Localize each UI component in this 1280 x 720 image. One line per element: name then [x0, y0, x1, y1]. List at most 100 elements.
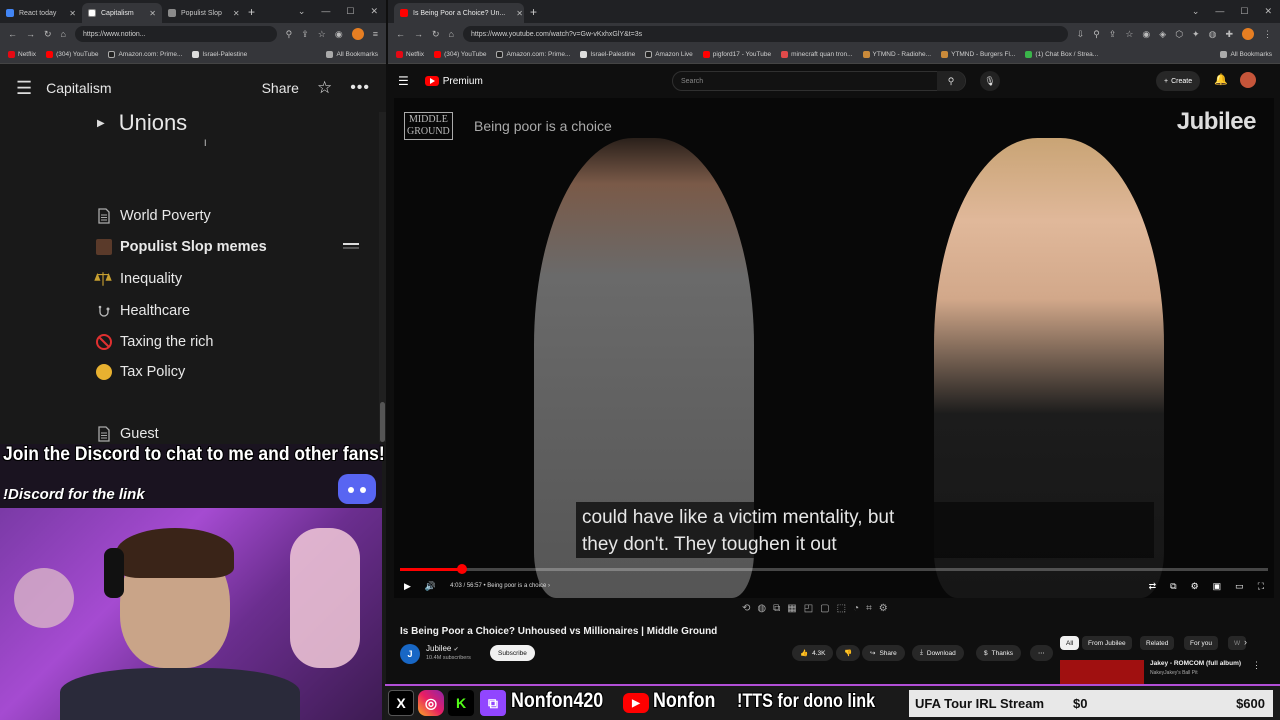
share-icon[interactable]: ⇪	[1109, 29, 1117, 40]
thanks-button[interactable]: $ Thanks	[976, 645, 1021, 661]
browser-menu-icon[interactable]: ≡	[373, 29, 378, 39]
bookmark-ytmnd-radiohead[interactable]: YTMND - Radiohe...	[862, 50, 931, 58]
hamburger-menu-icon[interactable]: ☰	[16, 78, 32, 99]
more-options-icon[interactable]: •••	[350, 79, 370, 97]
close-tab-icon[interactable]: ✕	[63, 9, 76, 18]
new-tab-icon[interactable]: +	[248, 5, 255, 19]
url-field[interactable]: https://www.notion...	[74, 26, 277, 42]
more-actions-button[interactable]: ⋯	[1030, 645, 1053, 661]
channel-avatar[interactable]: J	[400, 644, 420, 664]
page-title[interactable]: Capitalism	[46, 80, 111, 96]
bookmark-amazon[interactable]: Amazon.com: Prime...	[496, 50, 570, 58]
list-item[interactable]: Tax Policy	[96, 364, 185, 380]
extension-icon[interactable]: ◉	[335, 29, 343, 40]
share-button[interactable]: ↪ Share	[862, 645, 905, 661]
autoplay-toggle-icon[interactable]: ⇄	[1149, 581, 1157, 592]
close-tab-icon[interactable]: ✕	[143, 9, 156, 18]
home-icon[interactable]: ⌂	[61, 29, 66, 39]
tab-search-icon[interactable]: ⌄	[1192, 6, 1200, 17]
side-video-title[interactable]: Jakey - ROMCOM (full album)	[1150, 660, 1241, 667]
bookmark-ytmnd-burgers[interactable]: YTMND - Burgers Fl...	[941, 50, 1015, 58]
bookmark-netflix[interactable]: Netflix	[8, 50, 36, 58]
forward-icon[interactable]: →	[414, 29, 423, 39]
minimize-icon[interactable]: —	[1215, 6, 1224, 17]
expand-icon[interactable]: ⬚	[837, 603, 846, 614]
create-button[interactable]: + Create	[1156, 71, 1201, 91]
notion-scrollbar[interactable]	[379, 112, 386, 442]
settings-gear-icon[interactable]: ⚙	[1191, 581, 1199, 592]
bookmark-minecraft[interactable]: minecraft quan tron...	[781, 50, 853, 58]
toggle-triangle-icon[interactable]: ▶	[97, 118, 105, 129]
bookmark-amazon[interactable]: Amazon.com: Prime...	[108, 50, 182, 58]
download-button[interactable]: ⤓ Download	[912, 645, 964, 661]
bookmark-israel-palestine[interactable]: Israel-Palestine	[192, 50, 247, 58]
pip-icon[interactable]: ⧉	[773, 603, 780, 614]
zoom-icon[interactable]: ⚲	[1093, 29, 1100, 40]
extension-icon[interactable]: ◈	[1159, 29, 1166, 40]
extension-icon[interactable]: ◍	[1209, 29, 1217, 40]
tab-search-icon[interactable]: ⌄	[298, 6, 306, 17]
all-bookmarks[interactable]: All Bookmarks	[1220, 50, 1272, 58]
list-item[interactable]: Inequality	[94, 270, 182, 288]
reload-icon[interactable]: ↻	[44, 29, 52, 40]
maximize-icon[interactable]: ☐	[1240, 6, 1248, 17]
resize-icon[interactable]: ◰	[804, 603, 813, 614]
subtitles-icon[interactable]: ⧉	[1170, 581, 1176, 592]
chip-all[interactable]: All	[1060, 636, 1080, 650]
search-input[interactable]: Search ⚲	[672, 71, 966, 91]
tab-populist-slop[interactable]: Populist Slop ✕	[162, 3, 242, 23]
browser-menu-icon[interactable]: ⋮	[1263, 29, 1272, 40]
close-tab-icon[interactable]: ✕	[227, 9, 240, 18]
share-icon[interactable]: ⇪	[301, 29, 309, 40]
list-item[interactable]: Taxing the rich	[96, 334, 214, 350]
miniplayer-icon[interactable]: ▣	[1213, 581, 1222, 592]
tab-capitalism[interactable]: Capitalism ✕	[82, 3, 162, 23]
speed-icon[interactable]: ◔	[853, 603, 859, 614]
install-icon[interactable]: ⇩	[1077, 29, 1085, 40]
home-icon[interactable]: ⌂	[449, 29, 454, 39]
minimize-icon[interactable]: —	[321, 6, 330, 17]
audio-icon[interactable]: ◍	[757, 603, 766, 614]
extension-icon[interactable]: ⬡	[1175, 29, 1183, 40]
bookmark-amazon-live[interactable]: Amazon Live	[645, 50, 693, 58]
side-video-thumbnail[interactable]	[1060, 660, 1144, 684]
video-progress-bar[interactable]	[400, 564, 1268, 574]
volume-icon[interactable]: 🔊	[425, 581, 436, 592]
forward-icon[interactable]: →	[26, 29, 35, 39]
account-avatar[interactable]	[1240, 72, 1256, 88]
subscribe-button[interactable]: Subscribe	[490, 645, 535, 661]
drag-handle-icon[interactable]	[343, 243, 359, 245]
new-tab-icon[interactable]: +	[530, 5, 537, 19]
window-icon[interactable]: ▢	[820, 603, 829, 614]
list-item[interactable]: Healthcare	[96, 303, 190, 319]
profile-avatar[interactable]	[1242, 28, 1254, 40]
settings-gear-icon[interactable]: ⚙	[879, 603, 888, 614]
channel-name[interactable]: Jubilee ✔	[426, 644, 459, 653]
progress-scrubber[interactable]	[456, 564, 467, 574]
back-icon[interactable]: ←	[396, 29, 405, 39]
bookmark-youtube[interactable]: (304) YouTube	[434, 50, 486, 58]
chip-for-you[interactable]: For you	[1184, 636, 1219, 650]
close-tab-icon[interactable]: ✕	[510, 9, 523, 18]
puzzle-icon[interactable]: ✚	[1225, 29, 1233, 40]
close-window-icon[interactable]: ✕	[1264, 6, 1272, 17]
maximize-icon[interactable]: ☐	[346, 6, 354, 17]
play-icon[interactable]: ▶	[404, 581, 411, 592]
share-button[interactable]: Share	[262, 80, 299, 96]
calendar-icon[interactable]: ▦	[787, 603, 796, 614]
extension-icon[interactable]: ✦	[1192, 29, 1200, 40]
list-item[interactable]: Guest	[96, 426, 159, 442]
dislike-button[interactable]: 👎	[836, 645, 861, 661]
bookmark-chat-box[interactable]: (1) Chat Box / Strea...	[1025, 50, 1098, 58]
profile-avatar[interactable]	[351, 28, 364, 40]
all-bookmarks[interactable]: All Bookmarks	[326, 50, 378, 58]
list-item[interactable]: Populist Slop memes	[96, 239, 267, 255]
notifications-bell-icon[interactable]: 🔔	[1214, 73, 1228, 86]
url-field[interactable]: https://www.youtube.com/watch?v=Gw-vKxhx…	[462, 26, 1068, 42]
side-video-menu-icon[interactable]: ⋮	[1252, 660, 1261, 671]
search-icon[interactable]: ⚲	[937, 71, 965, 91]
screenshot-icon[interactable]: ⌗	[866, 603, 872, 614]
favorite-star-icon[interactable]: ☆	[317, 78, 332, 98]
extension-icon[interactable]: ◉	[1142, 29, 1150, 40]
fullscreen-icon[interactable]: ⛶	[1258, 581, 1264, 592]
